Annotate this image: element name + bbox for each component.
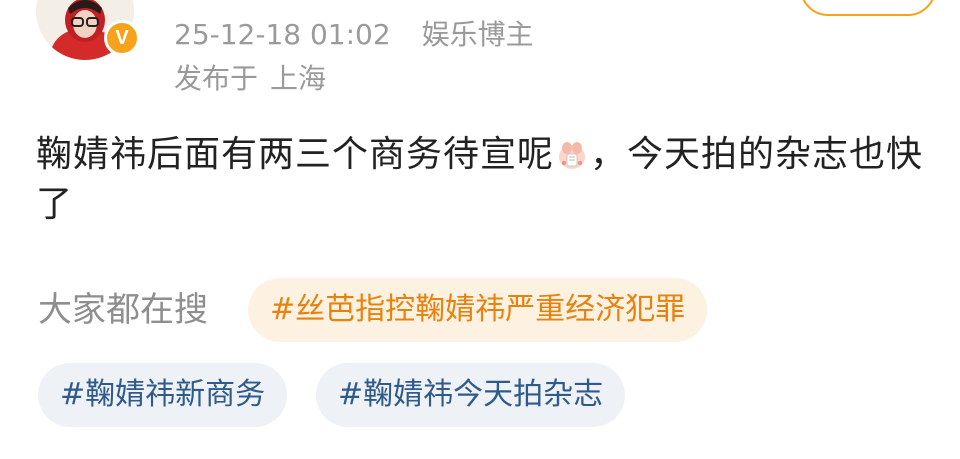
post-content: 鞠婧祎后面有两三个商务待宣呢 ，今天拍的杂志也快了	[36, 130, 936, 230]
trending-tag[interactable]: #鞠婧祎今天拍杂志	[316, 363, 626, 427]
pray-emoji-icon	[559, 142, 586, 169]
post-timestamp: 25-12-18 01:02	[174, 18, 391, 51]
author-badge: 娱乐博主	[421, 18, 534, 51]
weibo-post: V 25-12-18 01:02 娱乐博主 发布于 上海 鞠婧祎后面有两三个商务待…	[0, 0, 960, 459]
post-location: 发布于 上海	[174, 62, 326, 96]
post-text-part1: 鞠婧祎后面有两三个商务待宣呢	[36, 134, 555, 175]
trending-search-label: 大家都在搜	[38, 290, 208, 330]
location-city: 上海	[270, 62, 327, 95]
location-prefix: 发布于	[174, 62, 259, 95]
post-meta: 25-12-18 01:02 娱乐博主	[174, 18, 534, 52]
trending-tag[interactable]: #鞠婧祎新商务	[38, 363, 288, 427]
trending-tag-hot[interactable]: #丝芭指控鞠婧祎严重经济犯罪	[248, 278, 708, 342]
verified-badge-icon: V	[104, 20, 140, 56]
follow-button[interactable]	[800, 0, 936, 16]
